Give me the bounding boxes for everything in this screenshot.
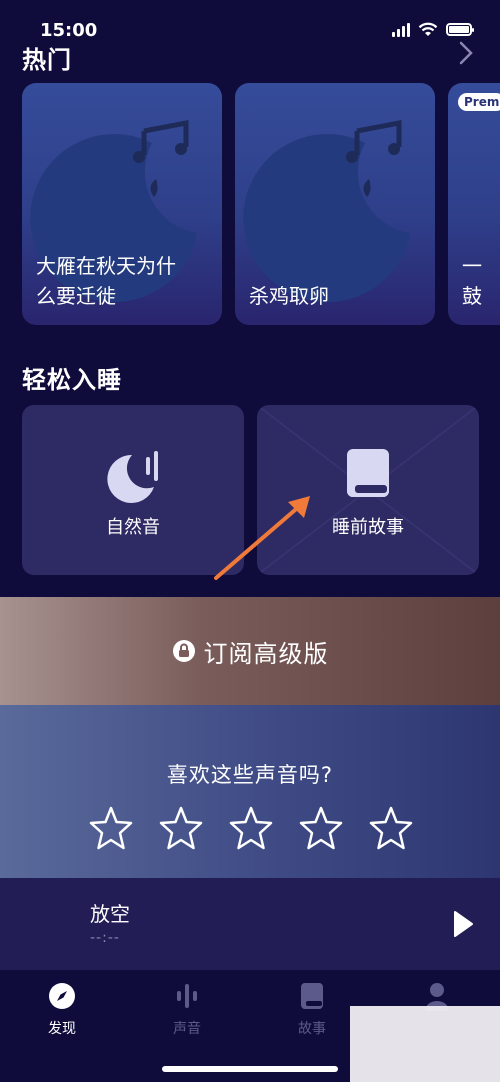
player-time: --:-- <box>90 930 120 946</box>
rating-question: 喜欢这些声音吗? <box>166 763 334 787</box>
hot-card[interactable]: 大雁在秋天为什 么要迁徙 <box>22 83 222 325</box>
battery-icon <box>446 23 474 36</box>
subscribe-label: 订阅高级版 <box>203 639 329 668</box>
book-icon <box>301 983 323 1009</box>
mini-player[interactable]: 放空 --:-- <box>0 878 500 970</box>
rating-panel: 喜欢这些声音吗? <box>0 705 500 880</box>
rating-stars <box>88 805 414 851</box>
star-icon[interactable] <box>298 805 344 851</box>
hot-card-caption: 一鼓 <box>462 254 482 308</box>
compass-icon <box>49 983 75 1009</box>
tab-label: 声音 <box>173 1021 201 1037</box>
signal-icon <box>392 22 410 37</box>
status-time: 15:00 <box>40 20 98 41</box>
status-bar: 15:00 <box>0 0 500 44</box>
star-icon[interactable] <box>88 805 134 851</box>
tab-label: 故事 <box>298 1021 326 1037</box>
wifi-icon <box>418 22 438 36</box>
hot-card[interactable]: 杀鸡取卵 <box>235 83 435 325</box>
tab-label: 发现 <box>48 1021 76 1037</box>
hot-card-caption: 杀鸡取卵 <box>249 284 329 308</box>
tab-stories[interactable]: 故事 <box>272 980 352 1038</box>
tab-sounds[interactable]: 声音 <box>147 980 227 1038</box>
moon-sound-icon <box>107 451 158 503</box>
home-indicator[interactable] <box>162 1066 338 1072</box>
star-icon[interactable] <box>158 805 204 851</box>
star-icon[interactable] <box>368 805 414 851</box>
status-icons <box>392 22 474 37</box>
player-title: 放空 <box>90 902 130 926</box>
sound-bars-icon <box>177 984 197 1008</box>
section-title-sleep: 轻松入睡 <box>22 366 122 394</box>
watermark-overlay <box>350 1006 500 1082</box>
section-title-hot: 热门 <box>22 46 72 74</box>
star-icon[interactable] <box>228 805 274 851</box>
lock-icon <box>172 640 195 662</box>
chevron-right-icon[interactable] <box>456 40 476 66</box>
hot-card[interactable]: Prem 一鼓 <box>448 83 500 325</box>
hot-card-caption: 大雁在秋天为什 么要迁徙 <box>36 254 176 308</box>
book-icon <box>347 449 389 497</box>
subscribe-premium-button[interactable]: 订阅高级版 <box>0 597 500 705</box>
tab-discover[interactable]: 发现 <box>22 980 102 1038</box>
annotation-arrow <box>214 496 310 580</box>
premium-badge: Prem <box>458 93 500 111</box>
play-icon[interactable] <box>452 910 474 938</box>
